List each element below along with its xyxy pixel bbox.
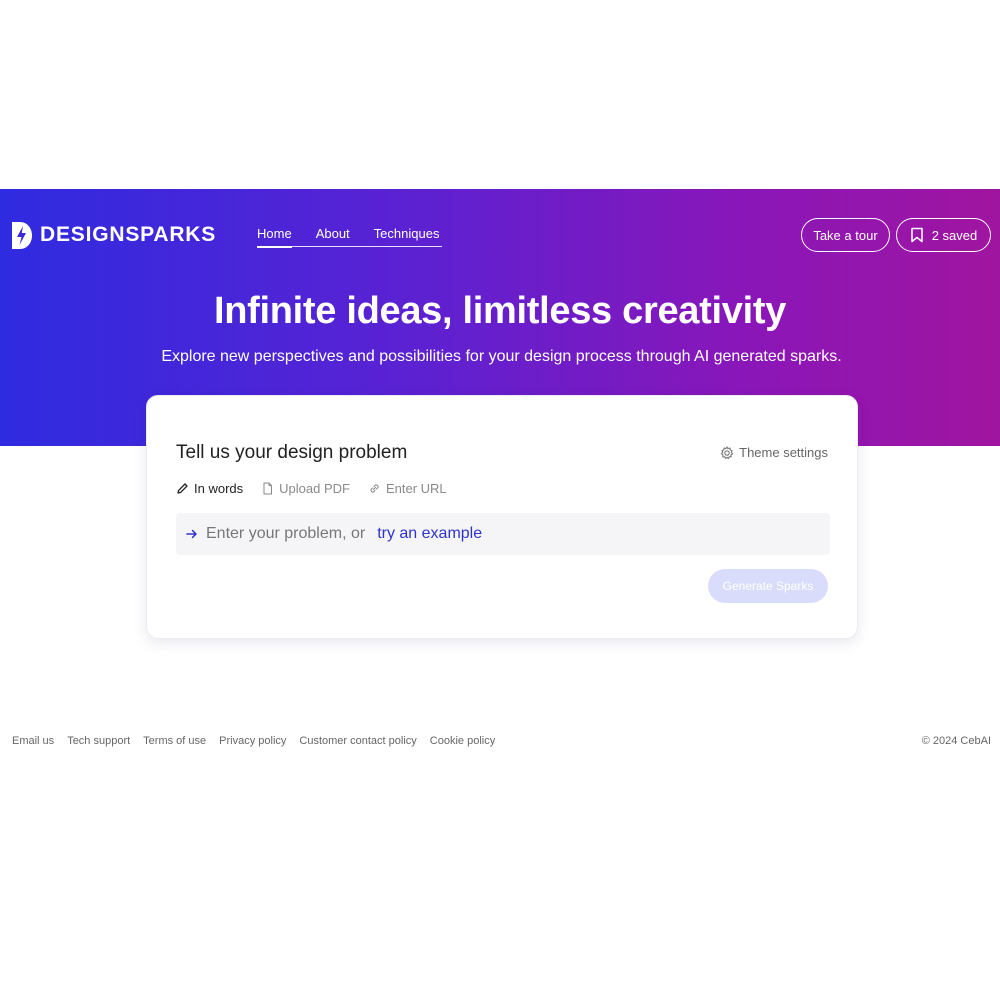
tab-in-words[interactable]: In words	[176, 481, 243, 496]
card-title: Tell us your design problem	[176, 442, 408, 463]
problem-card: Tell us your design problem Theme settin…	[146, 395, 858, 639]
input-mode-tabs: In words Upload PDF Enter URL	[176, 481, 447, 496]
generate-sparks-button[interactable]: Generate Sparks	[708, 569, 828, 603]
nav-home[interactable]: Home	[257, 226, 292, 248]
arrow-right-icon	[186, 529, 197, 539]
input-placeholder: Enter your problem, or	[206, 525, 366, 542]
hero-title: Infinite ideas, limitless creativity	[213, 290, 787, 332]
take-tour-button[interactable]: Take a tour	[801, 218, 890, 252]
saved-label: 2 saved	[931, 227, 978, 243]
theme-settings-button[interactable]: Theme settings	[720, 445, 828, 460]
footer-terms-of-use[interactable]: Terms of use	[143, 735, 206, 747]
brand-name: DESIGNSPARKS	[40, 223, 217, 246]
footer-links: Email us Tech support Terms of use Priva…	[12, 735, 495, 747]
problem-input[interactable]: Enter your problem, or try an example	[176, 513, 830, 555]
tab-upload-pdf[interactable]: Upload PDF	[261, 481, 350, 496]
nav-techniques[interactable]: Techniques	[374, 226, 440, 248]
tab-enter-url-label: Enter URL	[385, 481, 447, 496]
saved-button[interactable]: 2 saved	[896, 218, 991, 252]
tab-upload-pdf-label: Upload PDF	[279, 481, 350, 496]
footer-email-us[interactable]: Email us	[12, 735, 54, 747]
footer-customer-contact-policy[interactable]: Customer contact policy	[299, 735, 416, 747]
theme-settings-label: Theme settings	[739, 445, 828, 460]
nav-divider	[257, 246, 442, 247]
gear-icon	[720, 445, 734, 459]
copyright: © 2024 CebAI	[921, 735, 991, 747]
tab-in-words-label: In words	[194, 481, 244, 496]
footer-privacy-policy[interactable]: Privacy policy	[219, 735, 286, 747]
try-example-link[interactable]: try an example	[377, 525, 482, 543]
bookmark-icon	[910, 227, 923, 243]
link-icon	[370, 484, 379, 493]
hero-subtitle: Explore new perspectives and possibiliti…	[161, 348, 842, 365]
footer-cookie-policy[interactable]: Cookie policy	[430, 735, 495, 747]
brand-logo[interactable]: DESIGNSPARKS	[12, 221, 216, 249]
nav-about[interactable]: About	[316, 226, 350, 248]
page: DESIGNSPARKS Home About Techniques Take …	[0, 0, 1000, 1000]
spark-logo-icon	[12, 221, 32, 249]
main-nav: Home About Techniques	[257, 226, 463, 248]
file-icon	[263, 482, 273, 495]
tab-enter-url[interactable]: Enter URL	[368, 481, 447, 496]
pencil-icon	[177, 483, 188, 494]
take-tour-label: Take a tour	[813, 227, 878, 243]
footer-tech-support[interactable]: Tech support	[67, 735, 130, 747]
